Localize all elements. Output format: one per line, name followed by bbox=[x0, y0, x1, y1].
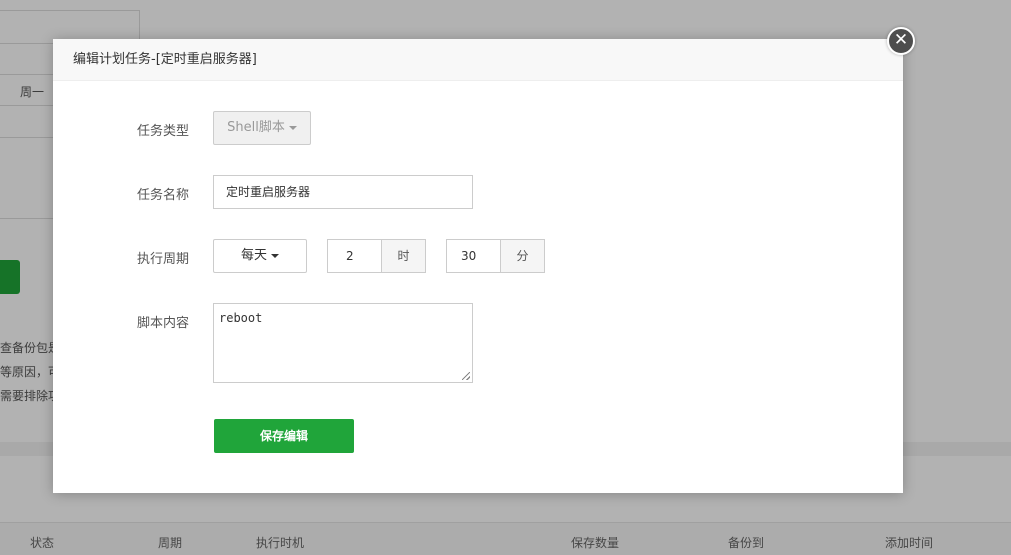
task-type-label: 任务类型 bbox=[137, 124, 190, 139]
chevron-down-icon bbox=[288, 125, 297, 130]
hour-value: 2 bbox=[346, 249, 354, 263]
minute-input[interactable]: 30 bbox=[446, 239, 502, 273]
hour-input[interactable]: 2 bbox=[327, 239, 383, 273]
cycle-period-select[interactable]: 每天 bbox=[213, 239, 307, 273]
script-label: 脚本内容 bbox=[137, 316, 190, 331]
minute-unit: 分 bbox=[500, 239, 545, 273]
hour-unit: 时 bbox=[381, 239, 426, 273]
close-icon[interactable]: ✕ bbox=[887, 27, 915, 55]
chevron-down-icon bbox=[271, 253, 279, 258]
minute-value: 30 bbox=[461, 249, 477, 263]
page: 周一 查备份包是 等原因，可 需要排除功 状态 周期 执行时机 保存数量 备份到… bbox=[0, 0, 1011, 555]
cycle-label: 执行周期 bbox=[137, 252, 190, 267]
script-textarea[interactable]: reboot bbox=[213, 303, 473, 383]
script-value: reboot bbox=[219, 311, 263, 325]
task-name-label: 任务名称 bbox=[137, 188, 190, 203]
task-name-value: 定时重启服务器 bbox=[226, 185, 311, 199]
cycle-period-value: 每天 bbox=[240, 248, 267, 263]
resize-grip-icon[interactable] bbox=[462, 372, 470, 380]
dialog-title: 编辑计划任务-[定时重启服务器] bbox=[53, 39, 903, 81]
task-type-select: Shell脚本 bbox=[213, 111, 311, 145]
edit-task-dialog: 编辑计划任务-[定时重启服务器] 任务类型 Shell脚本 任务名称 定时重启服… bbox=[53, 39, 903, 493]
task-name-input[interactable]: 定时重启服务器 bbox=[213, 175, 473, 209]
task-type-value: Shell脚本 bbox=[227, 120, 285, 135]
save-button[interactable]: 保存编辑 bbox=[214, 419, 354, 453]
